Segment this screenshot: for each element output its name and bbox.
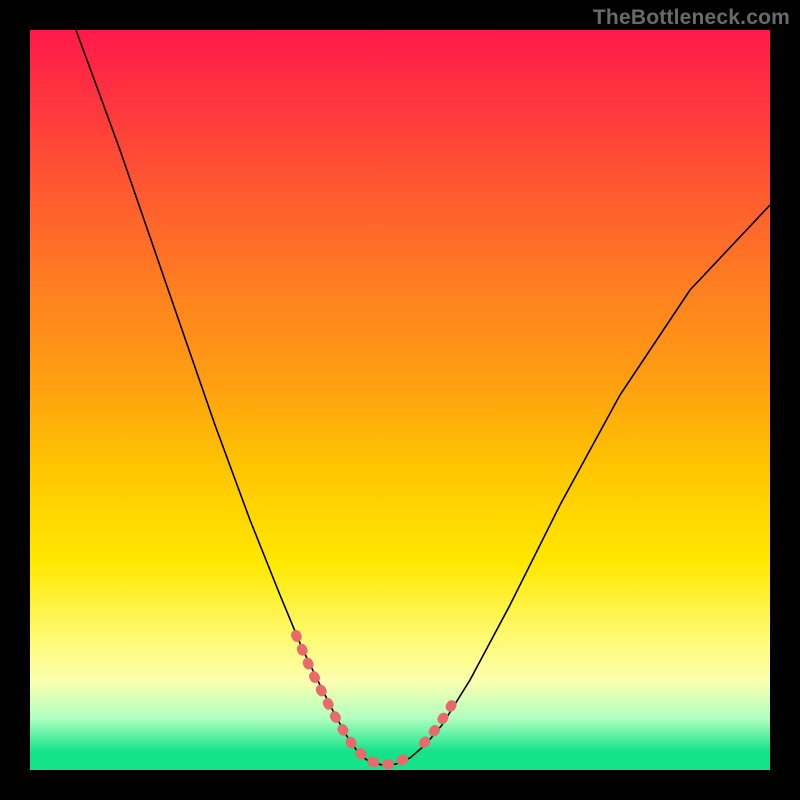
bottleneck-curve — [30, 30, 770, 770]
highlight-dots-right — [424, 695, 458, 743]
curve-path — [76, 30, 770, 765]
chart-plot-area — [30, 30, 770, 770]
watermark: TheBottleneck.com — [593, 6, 790, 30]
highlight-dots-left — [296, 635, 410, 764]
